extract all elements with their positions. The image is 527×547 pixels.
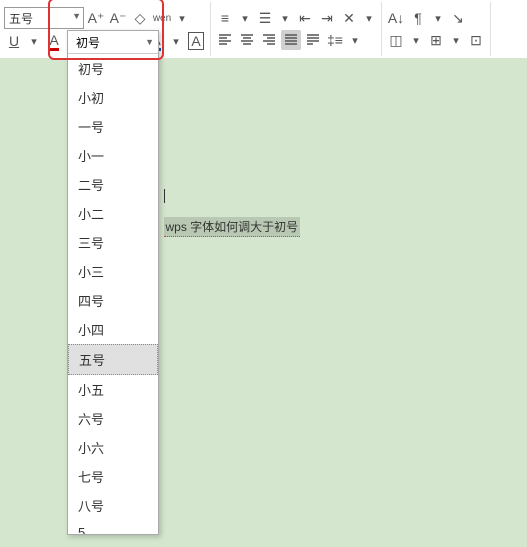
chevron-down-icon[interactable]: ▾ <box>408 32 424 48</box>
font-size-option[interactable]: 二号 <box>68 170 158 199</box>
chevron-down-icon[interactable]: ▾ <box>237 10 253 26</box>
arrow-icon[interactable]: ↘ <box>448 8 468 28</box>
character-border-icon[interactable]: A <box>186 31 206 51</box>
chevron-down-icon[interactable]: ▾ <box>430 10 446 26</box>
sort-icon[interactable]: A↓ <box>386 8 406 28</box>
bullet-list-icon[interactable]: ≡ <box>215 8 235 28</box>
chevron-down-icon[interactable]: ▾ <box>277 10 293 26</box>
underline-icon[interactable]: U <box>4 31 24 51</box>
font-size-option[interactable]: 小二 <box>68 199 158 228</box>
chevron-down-icon[interactable]: ▾ <box>174 10 190 26</box>
chevron-down-icon[interactable]: ▾ <box>168 33 184 49</box>
chevron-down-icon[interactable]: ▼ <box>145 37 154 47</box>
align-left-icon[interactable] <box>215 30 235 50</box>
decrease-indent-icon[interactable]: ⇤ <box>295 8 315 28</box>
decrease-font-icon[interactable]: A⁻ <box>108 8 128 28</box>
align-justify-icon[interactable] <box>281 30 301 50</box>
page: wps 字体如何调大于初号 <box>164 98 504 547</box>
line-spacing-icon[interactable]: ‡≡ <box>325 30 345 50</box>
selected-text[interactable]: wps 字体如何调大于初号 <box>164 217 301 237</box>
font-size-selector-top[interactable]: 五号 ▼ <box>4 7 84 29</box>
border-icon[interactable]: ⊞ <box>426 30 446 50</box>
align-right-icon[interactable] <box>259 30 279 50</box>
increase-font-icon[interactable]: A⁺ <box>86 8 106 28</box>
font-size-option[interactable]: 小三 <box>68 257 158 286</box>
phonetic-guide-icon[interactable]: wén <box>152 8 172 28</box>
font-size-option[interactable]: 一号 <box>68 112 158 141</box>
insert-group: A↓ ¶ ▾ ↘ ◫ ▾ ⊞ ▾ ⊡ <box>382 2 491 56</box>
font-size-option[interactable]: 小四 <box>68 315 158 344</box>
font-size-option[interactable]: 小五 <box>68 375 158 404</box>
font-size-option[interactable]: 八号 <box>68 491 158 520</box>
font-size-list: 初号小初一号小一二号小二三号小三四号小四五号小五六号小六七号八号55.56.57… <box>68 54 158 534</box>
font-size-dropdown: ▼ 初号小初一号小一二号小二三号小三四号小四五号小五六号小六七号八号55.56.… <box>67 30 159 535</box>
clear-format-icon[interactable]: ◇ <box>130 8 150 28</box>
font-size-option[interactable]: 初号 <box>68 54 158 83</box>
font-size-value-top: 五号 <box>9 10 33 27</box>
text-cursor <box>164 189 165 203</box>
paragraph-mark-icon[interactable]: ¶ <box>408 8 428 28</box>
font-size-option[interactable]: 5 <box>68 520 158 534</box>
chevron-down-icon[interactable]: ▾ <box>448 32 464 48</box>
font-size-input-row: ▼ <box>68 31 158 54</box>
increase-indent-icon[interactable]: ⇥ <box>317 8 337 28</box>
chevron-down-icon[interactable]: ▼ <box>72 11 81 21</box>
font-size-option[interactable]: 三号 <box>68 228 158 257</box>
font-color-icon[interactable]: A <box>44 31 64 51</box>
paragraph-group: ≡ ▾ ☰ ▾ ⇤ ⇥ ✕ ▾ ‡≡ ▾ <box>211 2 382 56</box>
chevron-down-icon[interactable]: ▾ <box>26 33 42 49</box>
align-distribute-icon[interactable] <box>303 30 323 50</box>
font-size-option[interactable]: 五号 <box>68 344 158 375</box>
chevron-down-icon[interactable]: ▾ <box>361 10 377 26</box>
align-center-icon[interactable] <box>237 30 257 50</box>
font-size-input[interactable] <box>74 34 138 50</box>
text-direction-icon[interactable]: ✕ <box>339 8 359 28</box>
chevron-down-icon[interactable]: ▾ <box>347 32 363 48</box>
font-size-option[interactable]: 小六 <box>68 433 158 462</box>
font-size-option[interactable]: 小一 <box>68 141 158 170</box>
font-size-option[interactable]: 四号 <box>68 286 158 315</box>
shading-icon[interactable]: ◫ <box>386 30 406 50</box>
number-list-icon[interactable]: ☰ <box>255 8 275 28</box>
settings-icon[interactable]: ⊡ <box>466 30 486 50</box>
font-size-option[interactable]: 七号 <box>68 462 158 491</box>
font-size-option[interactable]: 六号 <box>68 404 158 433</box>
font-size-option[interactable]: 小初 <box>68 83 158 112</box>
